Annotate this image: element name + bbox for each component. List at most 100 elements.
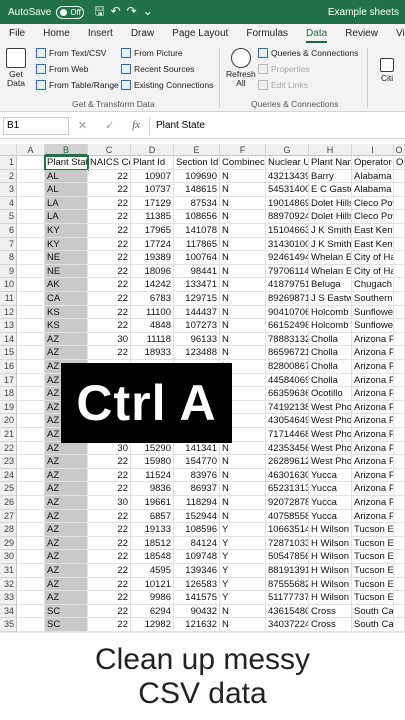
table-cell[interactable]: South Car: [352, 618, 394, 632]
table-cell[interactable]: 22: [88, 577, 131, 592]
table-cell[interactable]: 22: [88, 550, 131, 564]
table-cell[interactable]: N: [220, 332, 266, 347]
table-cell[interactable]: [394, 278, 405, 292]
table-cell[interactable]: [394, 400, 405, 415]
row-header[interactable]: 28: [0, 523, 17, 537]
table-cell[interactable]: Y: [220, 577, 266, 592]
table-cell[interactable]: 22: [88, 196, 131, 211]
table-cell[interactable]: 88191391: [266, 564, 309, 578]
tab-view[interactable]: View: [387, 24, 405, 44]
row-header[interactable]: 10: [0, 278, 17, 292]
table-cell[interactable]: [394, 414, 405, 428]
table-cell[interactable]: 11385: [131, 210, 174, 224]
table-cell[interactable]: West Pho: [309, 455, 352, 469]
header-cell[interactable]: Plant Id: [131, 156, 174, 170]
table-cell[interactable]: Arizona Pu: [352, 468, 394, 483]
table-cell[interactable]: 22: [88, 564, 131, 578]
table-cell[interactable]: Y: [220, 591, 266, 605]
table-cell[interactable]: [17, 319, 45, 333]
row-header[interactable]: 14: [0, 332, 17, 347]
enter-icon[interactable]: ✓: [105, 119, 114, 132]
header-cell[interactable]: [17, 156, 45, 170]
formula-input[interactable]: Plant State: [149, 116, 405, 135]
table-cell[interactable]: Arizona Pu: [352, 346, 394, 360]
table-cell[interactable]: 22: [88, 264, 131, 279]
table-cell[interactable]: H Wilson S: [309, 577, 352, 592]
table-cell[interactable]: 12982: [131, 618, 174, 632]
table-cell[interactable]: H Wilson S: [309, 536, 352, 551]
table-cell[interactable]: 121632: [174, 618, 220, 632]
table-cell[interactable]: [17, 292, 45, 306]
table-cell[interactable]: 82800867: [266, 360, 309, 374]
table-cell[interactable]: 22: [88, 523, 131, 537]
recent-sources-button[interactable]: Recent Sources: [121, 62, 194, 76]
table-cell[interactable]: 152944: [174, 509, 220, 524]
table-cell[interactable]: West Pho: [309, 414, 352, 428]
table-cell[interactable]: 79706114: [266, 264, 309, 279]
table-cell[interactable]: East Kentu: [352, 237, 394, 252]
table-cell[interactable]: 66359636: [266, 387, 309, 401]
table-cell[interactable]: 22: [88, 509, 131, 524]
table-cell[interactable]: [394, 482, 405, 496]
table-cell[interactable]: Cholla: [309, 346, 352, 360]
table-cell[interactable]: AZ: [45, 577, 88, 592]
refresh-all-button[interactable]: Refresh All: [226, 48, 256, 88]
table-cell[interactable]: Cross: [309, 618, 352, 632]
row-header[interactable]: 22: [0, 441, 17, 456]
table-cell[interactable]: [394, 332, 405, 347]
table-cell[interactable]: 22: [88, 536, 131, 551]
table-cell[interactable]: 72871033: [266, 536, 309, 551]
table-cell[interactable]: [394, 577, 405, 592]
table-cell[interactable]: [394, 360, 405, 374]
table-cell[interactable]: N: [220, 496, 266, 510]
column-header-a[interactable]: A: [17, 144, 45, 156]
table-cell[interactable]: AL: [45, 169, 88, 184]
table-cell[interactable]: AZ: [45, 536, 88, 551]
table-cell[interactable]: Holcomb: [309, 305, 352, 320]
row-header[interactable]: 19: [0, 400, 17, 415]
table-cell[interactable]: 19133: [131, 523, 174, 537]
table-cell[interactable]: 18512: [131, 536, 174, 551]
table-cell[interactable]: Arizona Pu: [352, 387, 394, 401]
tab-formulas[interactable]: Formulas: [237, 24, 297, 44]
table-cell[interactable]: Y: [220, 536, 266, 551]
row-header[interactable]: 31: [0, 564, 17, 578]
table-cell[interactable]: East Kentu: [352, 224, 394, 238]
table-cell[interactable]: 43054649: [266, 414, 309, 428]
chevron-down-icon[interactable]: ⌄: [143, 4, 159, 18]
table-cell[interactable]: West Pho: [309, 441, 352, 456]
table-cell[interactable]: 74192138: [266, 400, 309, 415]
table-cell[interactable]: 90432: [174, 604, 220, 619]
table-cell[interactable]: Arizona Pu: [352, 332, 394, 347]
table-cell[interactable]: [394, 387, 405, 401]
table-cell[interactable]: Cleco Pow: [352, 210, 394, 224]
table-cell[interactable]: [17, 360, 45, 374]
table-cell[interactable]: 86596721: [266, 346, 309, 360]
table-cell[interactable]: 22: [88, 591, 131, 605]
name-box[interactable]: B1: [3, 116, 69, 135]
table-cell[interactable]: 11524: [131, 468, 174, 483]
table-cell[interactable]: Y: [220, 550, 266, 564]
table-cell[interactable]: [17, 591, 45, 605]
table-cell[interactable]: KY: [45, 224, 88, 238]
table-cell[interactable]: Tucson Ele: [352, 523, 394, 537]
table-cell[interactable]: 11118: [131, 332, 174, 347]
table-cell[interactable]: [394, 591, 405, 605]
edit-links-button[interactable]: Edit Links: [258, 78, 308, 92]
column-header-g[interactable]: G: [266, 144, 309, 156]
table-cell[interactable]: 118294: [174, 496, 220, 510]
table-cell[interactable]: 22: [88, 237, 131, 252]
header-cell[interactable]: Section Id: [174, 156, 220, 170]
table-cell[interactable]: [394, 224, 405, 238]
table-cell[interactable]: 11100: [131, 305, 174, 320]
table-cell[interactable]: LA: [45, 196, 88, 211]
tab-page-layout[interactable]: Page Layout: [163, 24, 237, 44]
table-cell[interactable]: Whelan E: [309, 251, 352, 265]
row-header[interactable]: 32: [0, 577, 17, 592]
table-cell[interactable]: [394, 523, 405, 537]
table-cell[interactable]: 14242: [131, 278, 174, 292]
table-cell[interactable]: [394, 618, 405, 632]
table-cell[interactable]: Yucca: [309, 482, 352, 496]
table-cell[interactable]: [394, 441, 405, 456]
table-cell[interactable]: 141078: [174, 224, 220, 238]
